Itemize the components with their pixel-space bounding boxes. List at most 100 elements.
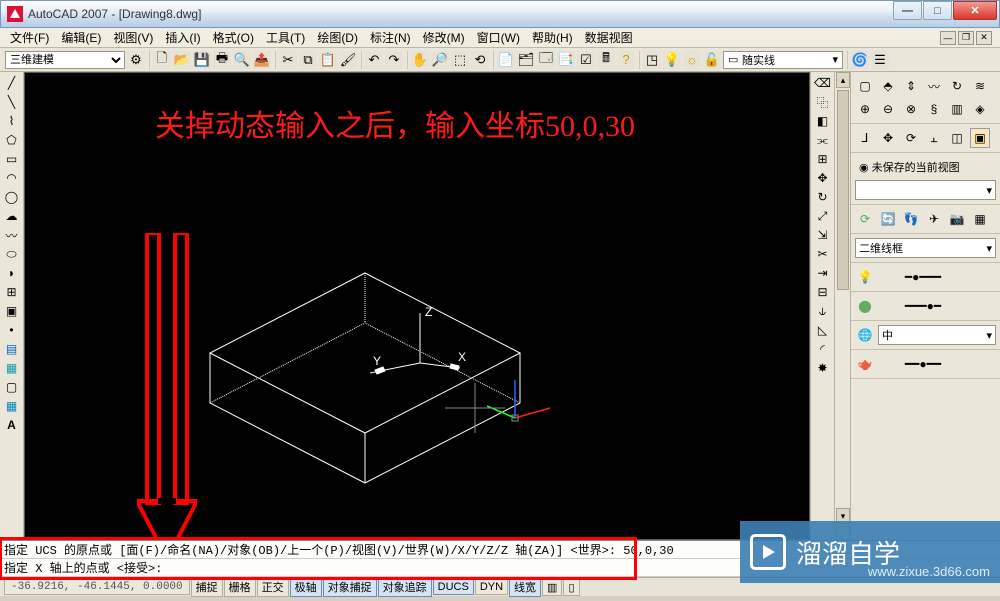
scroll-thumb[interactable] <box>837 90 849 290</box>
menu-format[interactable]: 格式(O) <box>207 27 260 48</box>
presspull-icon[interactable]: ⇕ <box>901 76 921 96</box>
paste-icon[interactable]: 📋 <box>319 51 337 69</box>
menu-insert[interactable]: 插入(I) <box>159 27 206 48</box>
workspace-select[interactable]: 三维建模 <box>5 51 125 69</box>
save-icon[interactable]: 💾 <box>193 51 211 69</box>
point-icon[interactable]: • <box>3 321 21 339</box>
radio-icon[interactable]: ◉ <box>859 161 869 174</box>
layers-icon[interactable]: ☰ <box>871 51 889 69</box>
slice-icon[interactable]: ◫ <box>947 128 967 148</box>
layer-color-icon[interactable]: ◳ <box>643 51 661 69</box>
new-icon[interactable]: 🗋 <box>153 51 171 69</box>
ellipsearc-icon[interactable]: ◗ <box>3 264 21 282</box>
fly-icon[interactable]: ✈ <box>924 209 944 229</box>
menu-modify[interactable]: 修改(M) <box>417 27 471 48</box>
swivel-icon[interactable]: 🔄 <box>878 209 898 229</box>
toggle-ducs[interactable]: DUCS <box>433 579 474 595</box>
undo-icon[interactable]: ↶ <box>365 51 383 69</box>
circle-icon[interactable]: ◯ <box>3 188 21 206</box>
ucs-icon[interactable]: ⅃ <box>855 128 875 148</box>
orbit-icon[interactable]: ⟳ <box>855 209 875 229</box>
zoomwin-icon[interactable]: ⬚ <box>451 51 469 69</box>
walk-icon[interactable]: 👣 <box>901 209 921 229</box>
close-button[interactable]: ✕ <box>953 1 997 20</box>
help-icon[interactable]: ? <box>617 51 635 69</box>
sweep-icon[interactable]: 〰 <box>924 76 944 96</box>
doc-close-icon[interactable]: ✕ <box>976 31 992 45</box>
doc-restore-icon[interactable]: ❐ <box>958 31 974 45</box>
explode-icon[interactable]: ✸ <box>814 359 832 377</box>
pline-icon[interactable]: ⌇ <box>3 112 21 130</box>
markup-icon[interactable]: ☑ <box>577 51 595 69</box>
block-icon[interactable]: ▣ <box>3 302 21 320</box>
scroll-up-icon[interactable]: ▴ <box>836 72 850 88</box>
menu-help[interactable]: 帮助(H) <box>526 27 579 48</box>
toggle-polar[interactable]: 极轴 <box>290 577 322 597</box>
array-icon[interactable]: ⊞ <box>814 150 832 168</box>
3drotate-icon[interactable]: ⟳ <box>901 128 921 148</box>
quickcalc-icon[interactable]: 🖩 <box>597 51 615 69</box>
gradient-icon[interactable]: ▦ <box>3 359 21 377</box>
loft-icon[interactable]: ≋ <box>970 76 990 96</box>
publish-icon[interactable]: 📤 <box>253 51 271 69</box>
hatch-icon[interactable]: ▤ <box>3 340 21 358</box>
toggle-lwt[interactable]: 线宽 <box>509 577 541 597</box>
line-icon[interactable]: ╱ <box>3 74 21 92</box>
cut-icon[interactable]: ✂ <box>279 51 297 69</box>
box-icon[interactable]: ▢ <box>855 76 875 96</box>
minimize-button[interactable]: — <box>893 1 922 20</box>
gear-icon[interactable]: ⚙ <box>127 51 145 69</box>
doc-minimize-icon[interactable]: — <box>940 31 956 45</box>
planar-icon[interactable]: ◈ <box>970 99 990 119</box>
toggle-otrack[interactable]: 对象追踪 <box>378 577 432 597</box>
visualstyle-select[interactable]: 二维线框 ▾ <box>855 238 996 258</box>
globe-icon[interactable]: 🌐 <box>855 325 875 345</box>
polysolid-icon[interactable]: ▥ <box>947 99 967 119</box>
menu-dataview[interactable]: 数据视图 <box>579 27 639 48</box>
stretch-icon[interactable]: ⇲ <box>814 226 832 244</box>
region-icon[interactable]: ▢ <box>3 378 21 396</box>
join-icon[interactable]: ⫝ <box>814 302 832 320</box>
toggle-grid[interactable]: 栅格 <box>224 577 256 597</box>
chamfer-icon[interactable]: ◺ <box>814 321 832 339</box>
pan-icon[interactable]: ✋ <box>411 51 429 69</box>
3dmove-icon[interactable]: ✥ <box>878 128 898 148</box>
copy-icon[interactable]: ⧉ <box>299 51 317 69</box>
sheetset-icon[interactable]: 📑 <box>557 51 575 69</box>
revolve-icon[interactable]: ↻ <box>947 76 967 96</box>
extrude-icon[interactable]: ⬘ <box>878 76 898 96</box>
open-icon[interactable]: 📂 <box>173 51 191 69</box>
rotate-icon[interactable]: ↻ <box>814 188 832 206</box>
text-icon[interactable]: A <box>3 416 21 434</box>
scale-icon[interactable]: ⤢ <box>814 207 832 225</box>
break-icon[interactable]: ⊟ <box>814 283 832 301</box>
designctr-icon[interactable]: 🗂 <box>517 51 535 69</box>
menu-file[interactable]: 文件(F) <box>4 27 55 48</box>
maximize-button[interactable]: □ <box>923 1 952 20</box>
match-icon[interactable]: 🖌 <box>339 51 357 69</box>
toolpal-icon[interactable]: 🗔 <box>537 51 555 69</box>
arc-icon[interactable]: ◠ <box>3 169 21 187</box>
menu-tools[interactable]: 工具(T) <box>260 27 311 48</box>
lock-icon[interactable]: 🔓 <box>703 51 721 69</box>
vertical-scrollbar[interactable]: ▴ ▾ <box>834 72 850 540</box>
layout-max-icon[interactable]: ▯ <box>563 579 579 596</box>
mirror-icon[interactable]: ◧ <box>814 112 832 130</box>
erase-icon[interactable]: ⌫ <box>814 74 832 92</box>
coordinate-display[interactable]: -36.9216, -46.1445, 0.0000 <box>4 579 190 595</box>
slider1-icon[interactable]: ━●━━━ <box>878 267 968 287</box>
slider2-icon[interactable]: ━━━●━ <box>878 296 968 316</box>
props-icon[interactable]: 📄 <box>497 51 515 69</box>
preview-icon[interactable]: 🔍 <box>233 51 251 69</box>
menu-window[interactable]: 窗口(W) <box>471 27 526 48</box>
drawing-canvas[interactable]: 关掉动态输入之后，输入坐标50,0,30 <box>24 72 810 540</box>
ellipse-icon[interactable]: ⬭ <box>3 245 21 263</box>
material-icon[interactable]: ⬤ <box>855 296 875 316</box>
toggle-osnap[interactable]: 对象捕捉 <box>323 577 377 597</box>
toggle-dyn[interactable]: DYN <box>475 579 508 595</box>
fillet-icon[interactable]: ◜ <box>814 340 832 358</box>
bulb-icon[interactable]: 💡 <box>663 51 681 69</box>
menu-view[interactable]: 视图(V) <box>107 27 159 48</box>
toggle-ortho[interactable]: 正交 <box>257 577 289 597</box>
proj-icon[interactable]: ▦ <box>970 209 990 229</box>
